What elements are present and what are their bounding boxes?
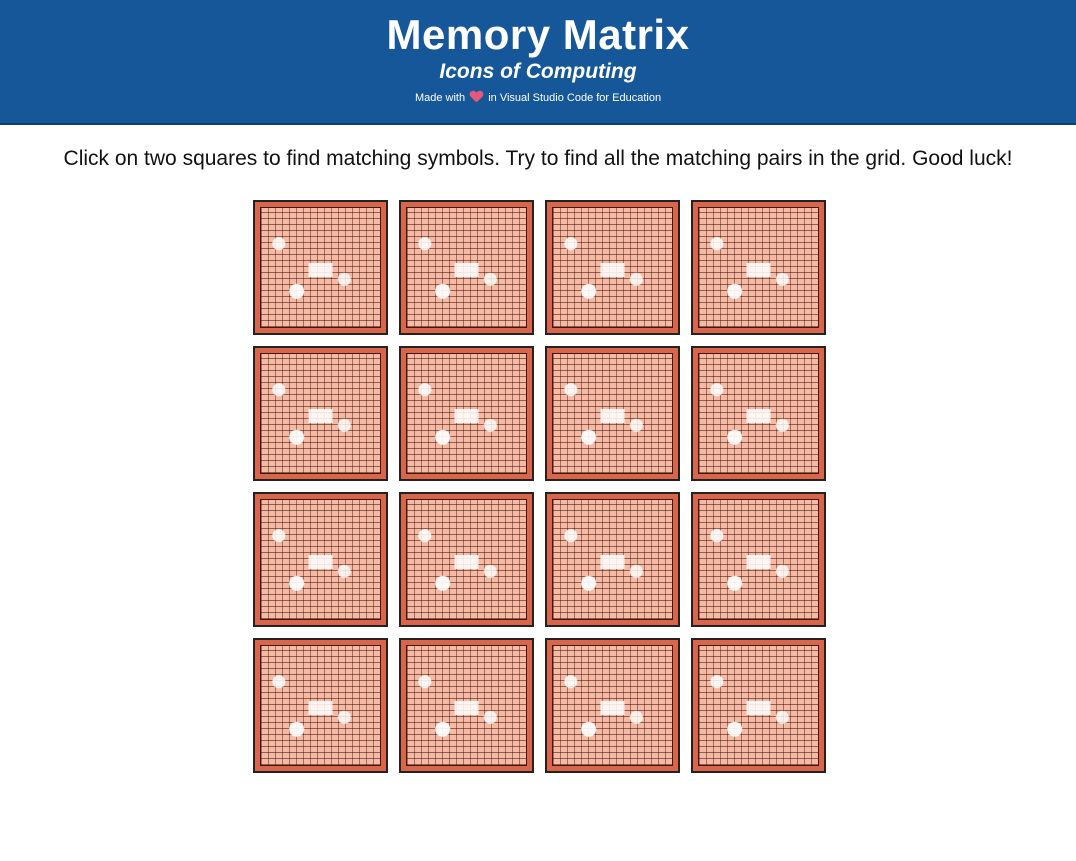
circuit-pattern-icon — [552, 353, 673, 474]
memory-card[interactable] — [253, 492, 388, 627]
heart-icon — [470, 91, 483, 102]
circuit-pattern-icon — [260, 353, 381, 474]
circuit-pattern-icon — [406, 645, 527, 766]
memory-card[interactable] — [545, 200, 680, 335]
memory-card[interactable] — [545, 492, 680, 627]
credit-prefix: Made with — [414, 92, 466, 104]
memory-card[interactable] — [253, 346, 388, 481]
memory-card[interactable] — [545, 638, 680, 773]
memory-card[interactable] — [691, 638, 826, 773]
game-instructions: Click on two squares to find matching sy… — [63, 147, 1013, 170]
credit-line: Made with in Visual Studio Code for Educ… — [0, 91, 1076, 105]
memory-card[interactable] — [399, 200, 534, 335]
memory-card[interactable] — [691, 200, 826, 335]
memory-card[interactable] — [253, 200, 388, 335]
circuit-pattern-icon — [698, 353, 819, 474]
circuit-pattern-icon — [406, 353, 527, 474]
circuit-pattern-icon — [406, 207, 527, 328]
memory-card[interactable] — [691, 492, 826, 627]
memory-card[interactable] — [691, 346, 826, 481]
circuit-pattern-icon — [552, 207, 673, 328]
circuit-pattern-icon — [698, 499, 819, 620]
memory-card[interactable] — [545, 346, 680, 481]
credit-suffix: in Visual Studio Code for Education — [488, 92, 662, 104]
page-header: Memory Matrix Icons of Computing Made wi… — [0, 0, 1076, 125]
circuit-pattern-icon — [698, 645, 819, 766]
circuit-pattern-icon — [260, 207, 381, 328]
circuit-pattern-icon — [260, 499, 381, 620]
circuit-pattern-icon — [552, 645, 673, 766]
memory-card[interactable] — [399, 638, 534, 773]
memory-card[interactable] — [399, 346, 534, 481]
page-title: Memory Matrix — [386, 11, 690, 58]
memory-card[interactable] — [399, 492, 534, 627]
circuit-pattern-icon — [552, 499, 673, 620]
page-subtitle: Icons of Computing — [439, 60, 637, 83]
circuit-pattern-icon — [698, 207, 819, 328]
card-grid — [253, 200, 827, 773]
circuit-pattern-icon — [406, 499, 527, 620]
memory-card[interactable] — [253, 638, 388, 773]
circuit-pattern-icon — [260, 645, 381, 766]
